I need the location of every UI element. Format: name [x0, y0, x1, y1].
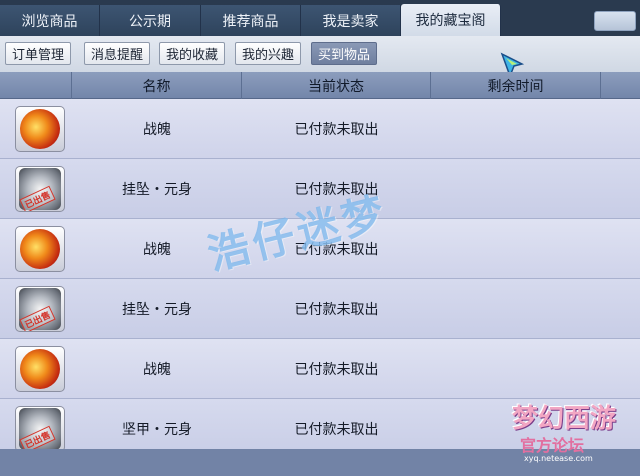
forum-logo: 梦幻西游 官方论坛 xyq.netease.com — [512, 398, 640, 468]
item-name: 坚甲・元身 — [122, 422, 192, 438]
items-table: 战魄 已付款未取出 已出售 挂坠・元身 已付款未取出 战魄 已付款未取出 已出售… — [0, 99, 640, 449]
header-remaining-time: 剩余时间 — [431, 72, 601, 99]
tab-public-period[interactable]: 公示期 — [100, 5, 201, 36]
item-name: 挂坠・元身 — [122, 182, 192, 198]
logo-subtitle: 官方论坛 — [520, 436, 585, 455]
zhanpo-fire-icon — [15, 106, 65, 152]
tab-my-treasure[interactable]: 我的藏宝阁 — [401, 4, 501, 36]
table-row[interactable]: 战魄 已付款未取出 — [0, 339, 640, 399]
item-remaining — [431, 279, 601, 339]
item-name: 战魄 — [143, 122, 171, 138]
item-remaining — [431, 159, 601, 219]
item-status: 已付款未取出 — [294, 422, 379, 438]
zhanpo-fire-icon — [15, 226, 65, 272]
item-status: 已付款未取出 — [294, 362, 379, 378]
table-row[interactable]: 战魄 已付款未取出 — [0, 99, 640, 159]
item-remaining — [431, 99, 601, 159]
tab-browse-items[interactable]: 浏览商品 — [0, 5, 100, 36]
tab-i-am-seller[interactable]: 我是卖家 — [301, 5, 401, 36]
item-remaining — [431, 339, 601, 399]
my-interests-button[interactable]: 我的兴趣 — [235, 42, 302, 65]
armor-equipment-icon: 已出售 — [15, 406, 65, 449]
logo-url: xyq.netease.com — [524, 454, 593, 463]
table-row[interactable]: 已出售 挂坠・元身 已付款未取出 — [0, 279, 640, 339]
top-tab-bar: 浏览商品 公示期 推荐商品 我是卖家 我的藏宝阁 — [0, 0, 640, 36]
order-management-button[interactable]: 订单管理 — [5, 42, 72, 65]
item-name: 挂坠・元身 — [122, 302, 192, 318]
item-remaining — [431, 219, 601, 279]
zhanpo-fire-icon — [15, 346, 65, 392]
header-name: 名称 — [72, 72, 242, 99]
sub-toolbar: 订单管理 消息提醒 我的收藏 我的兴趣 买到物品 — [0, 36, 640, 72]
item-status: 已付款未取出 — [294, 122, 379, 138]
item-status: 已付款未取出 — [294, 302, 379, 318]
my-favorites-button[interactable]: 我的收藏 — [159, 42, 226, 65]
top-right-button[interactable] — [594, 11, 636, 31]
tab-recommended[interactable]: 推荐商品 — [201, 5, 301, 36]
logo-title: 梦幻西游 — [512, 404, 617, 434]
pendant-equipment-icon: 已出售 — [15, 166, 65, 212]
item-name: 战魄 — [143, 362, 171, 378]
header-status: 当前状态 — [242, 72, 431, 99]
message-reminder-button[interactable]: 消息提醒 — [84, 42, 151, 65]
header-icon-column — [0, 72, 72, 99]
purchased-items-button[interactable]: 买到物品 — [311, 42, 378, 65]
table-header: 名称 当前状态 剩余时间 — [0, 72, 640, 99]
pendant-equipment-icon: 已出售 — [15, 286, 65, 332]
